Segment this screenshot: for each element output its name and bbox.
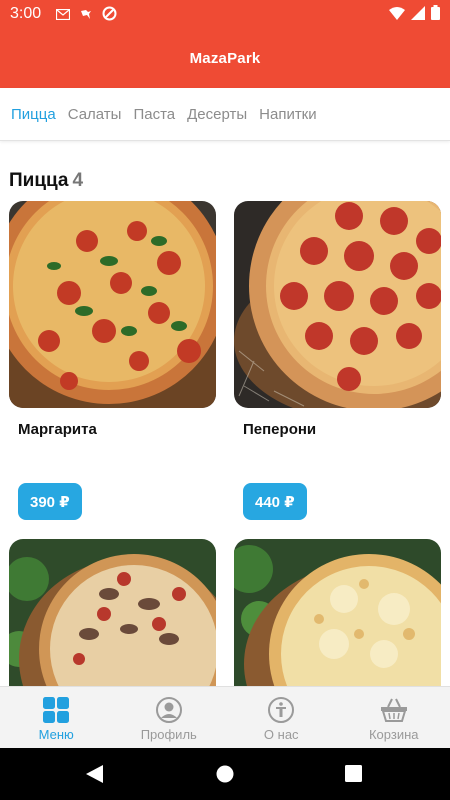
nav-about-label: О нас (263, 727, 299, 742)
price-button[interactable]: 390 ₽ (18, 483, 82, 520)
pizza-four-cheese-image[interactable] (234, 539, 441, 686)
tab-drinks[interactable]: Напитки (259, 106, 317, 123)
app-bar: MazaPark (0, 28, 450, 88)
tab-pizza[interactable]: Пицца (11, 106, 56, 123)
back-icon[interactable] (86, 765, 103, 788)
profile-icon (154, 695, 184, 725)
product-card-pepperoni[interactable]: Пеперони 440 ₽ (234, 201, 441, 521)
bird-icon (79, 7, 93, 26)
system-navigation-bar (0, 748, 450, 800)
nav-cart[interactable]: Корзина (338, 687, 450, 748)
basket-icon (379, 695, 409, 725)
price-button[interactable]: 440 ₽ (243, 483, 307, 520)
wifi-icon (389, 6, 405, 25)
info-icon (266, 695, 296, 725)
section-count: 4 (72, 170, 84, 191)
nav-cart-label: Корзина (368, 727, 419, 742)
status-bar: 3:00 (0, 0, 450, 28)
product-card-3[interactable] (9, 539, 216, 686)
product-card-4[interactable] (234, 539, 441, 686)
battery-icon (431, 5, 440, 25)
pizza-mushroom-image[interactable] (9, 539, 216, 686)
bottom-navigation: Меню Профиль О нас Корзина (0, 686, 450, 748)
product-name: Пеперони (243, 421, 317, 438)
nav-about[interactable]: О нас (225, 687, 338, 748)
section-title: Пицца 4 (9, 170, 83, 192)
app-title: MazaPark (189, 49, 261, 67)
nav-menu[interactable]: Меню (0, 687, 113, 748)
product-card-margherita[interactable]: Маргарита 390 ₽ (9, 201, 216, 521)
product-name: Маргарита (18, 421, 97, 438)
pizza-margherita-image[interactable] (9, 201, 216, 408)
nav-profile-label: Профиль (140, 727, 197, 742)
pizza-pepperoni-image[interactable] (234, 201, 441, 408)
category-tabs: Пицца Салаты Паста Десерты Напитки (0, 88, 450, 141)
tab-pasta[interactable]: Паста (133, 106, 175, 123)
home-icon[interactable] (216, 765, 234, 788)
grid-icon (41, 695, 71, 725)
gmail-icon (55, 7, 71, 25)
signal-icon (411, 5, 425, 25)
recents-icon[interactable] (345, 765, 362, 787)
status-time: 3:00 (10, 5, 42, 22)
tab-desserts[interactable]: Десерты (187, 106, 247, 123)
no-disturb-icon (102, 6, 117, 26)
nav-menu-label: Меню (38, 727, 74, 742)
tab-salads[interactable]: Салаты (68, 106, 122, 123)
section-title-text: Пицца (9, 170, 69, 191)
nav-profile[interactable]: Профиль (113, 687, 226, 748)
